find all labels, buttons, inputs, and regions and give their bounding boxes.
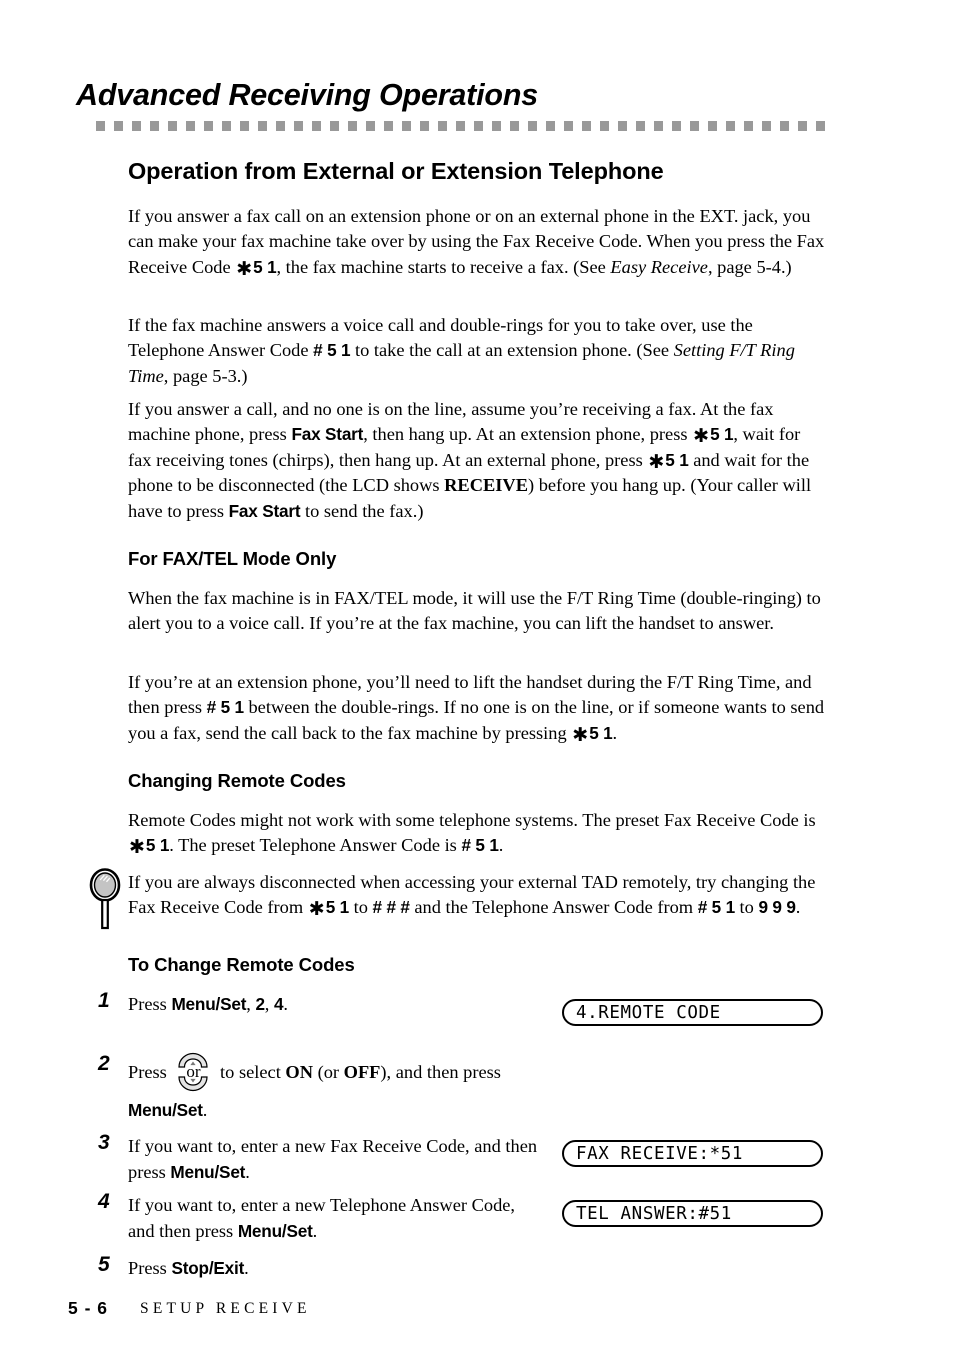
- tip-text-b: to: [349, 897, 373, 918]
- p1-italic-ref: Easy Receive: [610, 256, 708, 277]
- section-heading-changing-remote-codes: Changing Remote Codes: [128, 770, 346, 791]
- tip-code-1: 5 1: [325, 897, 349, 918]
- step2-text-a: Press: [128, 1062, 172, 1082]
- p3-code-2: 5 1: [665, 449, 689, 470]
- step2-text-c: (or: [313, 1062, 344, 1082]
- step4-bold-menu-set: Menu/Set: [237, 1221, 313, 1241]
- p3-bold-fax-start-2: Fax Start: [228, 500, 301, 521]
- step-item-5: Press Stop/Exit.: [128, 1255, 528, 1281]
- tip-code-3: # 5 1: [697, 897, 735, 918]
- tip-paragraph: If you are always disconnected when acce…: [128, 872, 816, 921]
- footer-page-number: 5 - 6: [68, 1298, 109, 1318]
- p1-code: 5 1: [253, 256, 277, 277]
- lcd-text: 4.REMOTE CODE: [576, 1003, 721, 1023]
- step3-text-b: .: [245, 1162, 250, 1182]
- step-item-4: If you want to, enter a new Telephone An…: [128, 1192, 528, 1244]
- step-number-2: 2: [98, 1052, 110, 1075]
- step-number-1: 1: [98, 989, 110, 1012]
- up-down-arrow-key-icon: or: [173, 1050, 213, 1094]
- p2-text-b: to take the call at an extension phone. …: [350, 340, 674, 361]
- or-label: or: [186, 1062, 201, 1081]
- step1-text-c: ,: [264, 994, 274, 1014]
- paragraph-2: If the fax machine answers a voice call …: [128, 313, 826, 389]
- paragraph-6: Remote Codes might not work with some te…: [128, 810, 816, 859]
- p5-code-2: 5 1: [589, 722, 613, 743]
- step5-text-b: .: [244, 1258, 249, 1278]
- step-item-3: If you want to, enter a new Fax Receive …: [128, 1133, 546, 1185]
- p6-text-c: .: [498, 835, 504, 856]
- dashed-rule-divider: [96, 121, 826, 131]
- p6-code-1: 5 1: [145, 835, 170, 856]
- section-heading-fax-tel-mode: For FAX/TEL Mode Only: [128, 548, 337, 569]
- tip-code-4: 9 9 9: [758, 897, 796, 918]
- p6-code-2: # 5 1: [461, 835, 499, 856]
- p5-text-c: .: [612, 722, 618, 743]
- step5-bold-stop-exit: Stop/Exit: [171, 1258, 245, 1278]
- step4-text-b: .: [312, 1221, 318, 1241]
- p5-code-1: # 5 1: [206, 697, 244, 718]
- step2-bold-menu-set: Menu/Set: [128, 1100, 203, 1120]
- tip-lightbulb-icon: [89, 868, 121, 930]
- step2-bold-on: ON: [285, 1062, 313, 1082]
- lcd-display-remote-code: 4.REMOTE CODE: [562, 999, 823, 1026]
- paragraph-1: If you answer a fax call on an extension…: [128, 206, 825, 280]
- footer-chapter-name: SETUP RECEIVE: [140, 1300, 311, 1317]
- p3-text-b: , then hang up. At an extension phone, p…: [363, 424, 693, 445]
- lcd-text: FAX RECEIVE:*51: [576, 1144, 744, 1164]
- p3-text-f: to send the fax.): [300, 500, 424, 521]
- tip-text-d: to: [734, 897, 759, 918]
- step1-bold-4: 4: [274, 994, 284, 1014]
- lcd-text: TEL ANSWER:#51: [576, 1204, 732, 1224]
- tip-code-2: # # #: [372, 897, 410, 918]
- chapter-title: Advanced Receiving Operations: [76, 78, 539, 112]
- paragraph-3: If you answer a call, and no one is on t…: [128, 399, 812, 521]
- step2-text-e: .: [202, 1100, 208, 1120]
- p3-bold-fax-start-1: Fax Start: [291, 424, 364, 445]
- step-number-3: 3: [98, 1131, 110, 1154]
- step3-bold-menu-set: Menu/Set: [170, 1162, 246, 1182]
- manual-page: Advanced Receiving Operations Operation …: [0, 0, 954, 1352]
- step1-text-a: Press: [128, 994, 172, 1014]
- step-number-5: 5: [98, 1253, 110, 1276]
- step1-bold-2: 2: [255, 994, 265, 1014]
- section-heading-operation: Operation from External or Extension Tel…: [128, 158, 664, 184]
- lcd-display-fax-receive: FAX RECEIVE:*51: [562, 1140, 823, 1167]
- step2-text-d: ), and then press: [380, 1062, 501, 1082]
- p6-text-b: . The preset Telephone Answer Code is: [169, 835, 462, 856]
- step-number-4: 4: [98, 1190, 110, 1213]
- paragraph-4: When the fax machine is in FAX/TEL mode,…: [128, 588, 821, 634]
- step2-bold-off: OFF: [343, 1062, 381, 1082]
- tip-text-c: and the Telephone Answer Code from: [409, 897, 698, 918]
- p1-text-b: , the fax machine starts to receive a fa…: [276, 256, 611, 277]
- p1-text-c: , page 5-4.): [707, 256, 792, 277]
- p2-text-c: , page 5-3.): [163, 365, 248, 386]
- step4-text-a: If you want to, enter a new Telephone An…: [128, 1195, 516, 1241]
- tip-text-e: .: [795, 897, 801, 918]
- step-item-1: Press Menu/Set, 2, 4.: [128, 991, 528, 1017]
- paragraph-5: If you’re at an extension phone, you’ll …: [128, 672, 825, 746]
- step1-text-d: .: [283, 994, 288, 1014]
- step-item-2: Press or to select ON (or OFF), and then…: [128, 1050, 548, 1126]
- p3-code-1: 5 1: [710, 424, 734, 445]
- p2-code: # 5 1: [313, 340, 351, 361]
- step1-bold-menu-set: Menu/Set: [171, 994, 247, 1014]
- step5-text-a: Press: [128, 1258, 172, 1278]
- p6-text-a: Remote Codes might not work with some te…: [128, 810, 816, 830]
- section-heading-to-change-remote-codes: To Change Remote Codes: [128, 954, 355, 975]
- p3-lcd-receive: RECEIVE: [444, 475, 528, 496]
- step2-text-b: to select: [215, 1062, 286, 1082]
- lcd-display-tel-answer: TEL ANSWER:#51: [562, 1200, 823, 1227]
